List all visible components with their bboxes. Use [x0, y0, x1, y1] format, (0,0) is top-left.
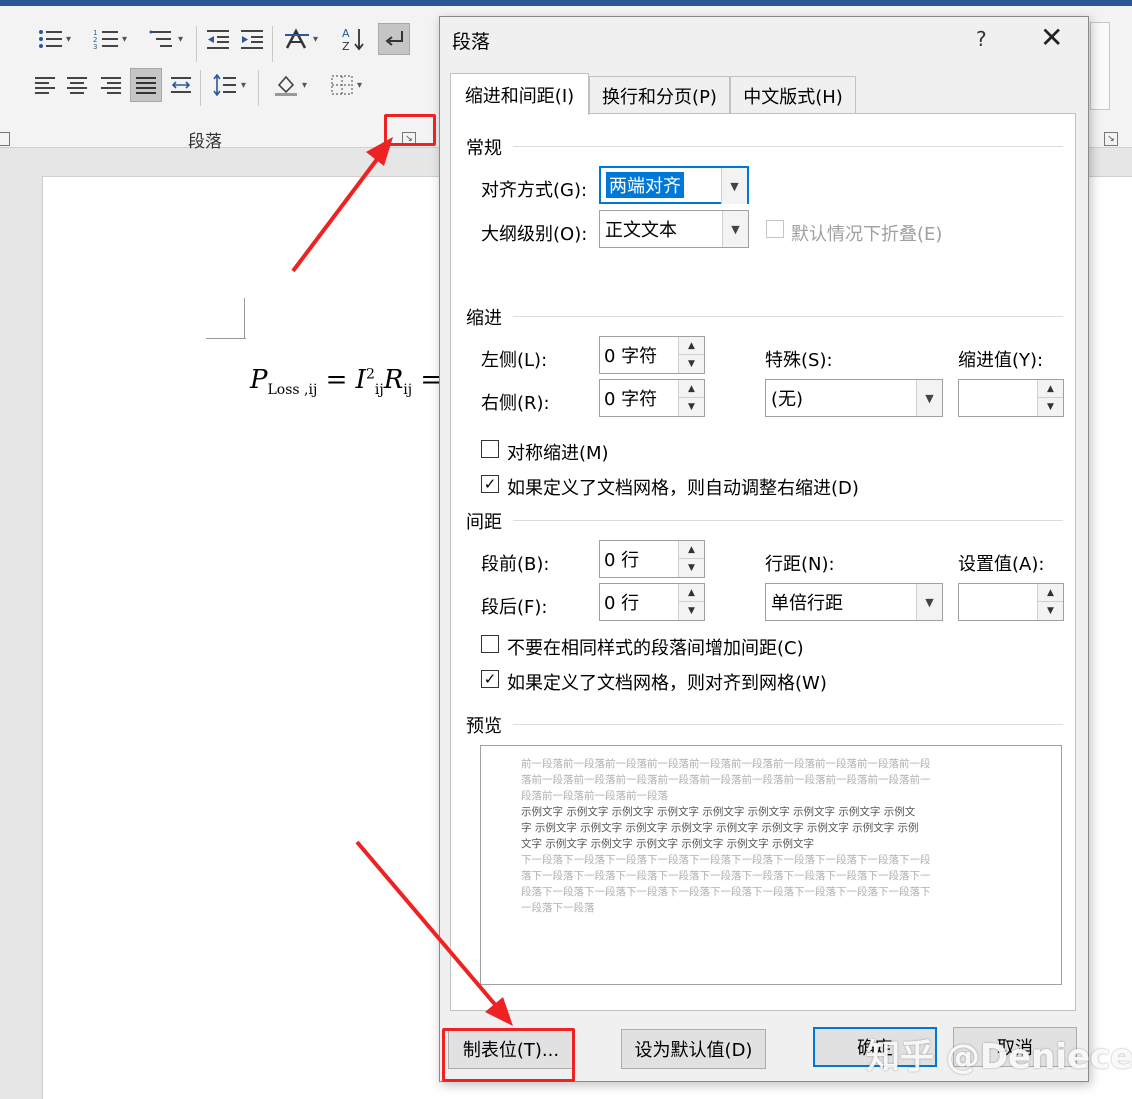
tab-indents-spacing[interactable]: 缩进和间距(I) [450, 73, 589, 115]
watermark: 知乎 @Deniece [866, 1037, 1132, 1077]
annotation-arrows [291, 137, 513, 1026]
